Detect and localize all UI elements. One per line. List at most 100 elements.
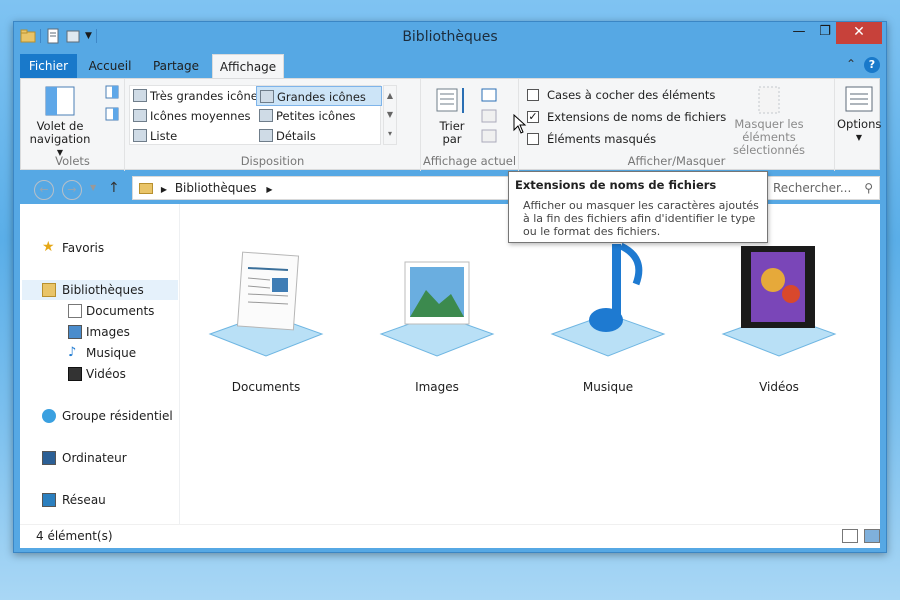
library-tiles: Documents Images Musique Vidéos [190, 214, 880, 414]
layout-large-icons[interactable]: Grandes icônes [256, 86, 382, 106]
layout-list[interactable]: Liste [130, 126, 256, 146]
star-icon: ★ [42, 239, 55, 255]
images-library-icon [379, 261, 495, 357]
breadcrumb-libraries[interactable]: Bibliothèques [175, 181, 257, 195]
chevron-down-icon: ▼ [386, 110, 394, 119]
group-label-show-hide: Afficher/Masquer [627, 154, 726, 168]
documents-library-icon [208, 251, 324, 357]
network-icon [42, 493, 56, 507]
ribbon-controls: ⌃ ? [846, 57, 880, 73]
status-bar: 4 élément(s) [20, 524, 880, 548]
group-show-hide: Cases à cocher des éléments ✓ Extensions … [519, 79, 835, 171]
sort-by-button[interactable]: Trier par [429, 85, 475, 146]
large-icons-view-icon[interactable] [864, 529, 880, 543]
checkbox[interactable] [527, 89, 539, 101]
close-button[interactable]: ✕ [836, 22, 882, 44]
group-current-view: Trier par Affichage actuel [421, 79, 519, 171]
computer-icon [42, 451, 56, 465]
tile-label: Images [415, 380, 459, 394]
back-button[interactable]: ← [34, 180, 54, 200]
tile-documents[interactable]: Documents [190, 214, 342, 394]
hide-selected-label: Masquer les éléments sélectionnés [732, 117, 806, 157]
item-checkboxes-toggle[interactable]: Cases à cocher des éléments [527, 87, 715, 105]
details-icon [259, 129, 273, 142]
tile-label: Vidéos [759, 380, 799, 394]
tab-view[interactable]: Affichage [212, 54, 284, 79]
layout-medium-icons[interactable]: Icônes moyennes [130, 106, 256, 126]
search-icon[interactable]: ⚲ [864, 177, 873, 199]
add-columns-icon[interactable] [481, 109, 499, 123]
group-panes: Volet de navigation ▼ Volets [21, 79, 125, 171]
nav-music[interactable]: ♪ Musique [68, 343, 136, 363]
chevron-right-icon[interactable]: ▶ [266, 185, 272, 194]
hide-selected-button[interactable]: Masquer les éléments sélectionnés [711, 85, 827, 157]
layout-details[interactable]: Détails [256, 126, 382, 146]
file-extensions-toggle[interactable]: ✓ Extensions de noms de fichiers [527, 109, 726, 127]
group-label-current-view: Affichage actuel [422, 154, 517, 168]
layout-extra-large-icons[interactable]: Très grandes icônes [130, 86, 264, 106]
library-icon [42, 283, 56, 297]
tooltip-description: Afficher ou masquer les caractères ajout… [523, 199, 759, 238]
checkbox[interactable] [527, 133, 539, 145]
video-icon [68, 367, 82, 381]
library-icon [139, 183, 153, 194]
layout-gallery: Très grandes icônes Grandes icônes Icône… [129, 85, 382, 146]
music-library-icon [550, 242, 666, 357]
tab-share[interactable]: Partage [146, 54, 206, 78]
nav-network[interactable]: Réseau [42, 490, 106, 510]
homegroup-icon [42, 409, 56, 423]
group-label-panes: Volets [55, 154, 90, 168]
options-icon [845, 86, 873, 112]
gallery-expand-icon: ▾ [387, 129, 392, 138]
ribbon: Volet de navigation ▼ Volets Très grande… [20, 78, 881, 171]
details-view-icon[interactable] [842, 529, 858, 543]
document-icon [68, 304, 82, 318]
nav-computer[interactable]: Ordinateur [42, 448, 127, 468]
navigation-pane: ★ Favoris Bibliothèques Documents Images … [20, 204, 180, 524]
nav-images[interactable]: Images [68, 322, 130, 342]
details-pane-icon[interactable] [105, 107, 119, 121]
forward-button[interactable]: → [62, 180, 82, 200]
ribbon-tabs: Fichier Accueil Partage Affichage ⌃ ? [20, 54, 880, 79]
chevron-right-icon[interactable]: ▶ [161, 185, 167, 194]
gallery-scroll[interactable]: ▲ ▼ ▾ [383, 85, 397, 145]
preview-pane-icon[interactable] [105, 85, 119, 99]
tab-home[interactable]: Accueil [82, 54, 138, 78]
window-title: Bibliothèques [402, 29, 498, 45]
group-layout: Très grandes icônes Grandes icônes Icône… [125, 79, 421, 171]
hidden-items-toggle[interactable]: Éléments masqués [527, 131, 656, 149]
item-count: 4 élément(s) [36, 529, 113, 543]
tooltip-title: Extensions de noms de fichiers [515, 178, 717, 192]
search-input[interactable]: Rechercher... ⚲ [766, 176, 880, 200]
nav-favorites[interactable]: ★ Favoris [42, 238, 104, 258]
sort-by-label: Trier par [439, 119, 465, 146]
tile-label: Documents [231, 380, 301, 394]
nav-homegroup[interactable]: Groupe résidentiel [42, 406, 173, 426]
nav-pane-button[interactable]: Volet de navigation ▼ [29, 85, 91, 159]
extra-large-icons-icon [133, 89, 147, 102]
hide-selected-icon [758, 86, 780, 114]
nav-videos[interactable]: Vidéos [68, 364, 126, 384]
nav-libraries[interactable]: Bibliothèques [42, 280, 144, 300]
tab-file[interactable]: Fichier [20, 54, 77, 78]
up-arrow-icon[interactable]: ↑ [108, 180, 120, 196]
mouse-cursor-icon [513, 114, 527, 134]
chevron-up-icon: ▲ [386, 91, 394, 100]
small-icons-icon [259, 109, 273, 122]
tooltip: Extensions de noms de fichiers Afficher … [508, 171, 768, 243]
music-icon: ♪ [68, 345, 77, 360]
medium-icons-icon [133, 109, 147, 122]
recent-locations-icon[interactable]: ▼ [90, 183, 96, 192]
image-icon [68, 325, 82, 339]
large-icons-icon [260, 90, 274, 103]
group-by-icon[interactable] [481, 87, 503, 103]
collapse-ribbon-icon[interactable]: ⌃ [846, 57, 856, 73]
main-content: ★ Favoris Bibliothèques Documents Images … [20, 204, 880, 524]
options-label: Options [837, 117, 882, 131]
help-icon[interactable]: ? [864, 57, 880, 73]
options-button[interactable]: Options ▼ [837, 85, 881, 144]
size-columns-icon[interactable] [481, 129, 499, 143]
nav-documents[interactable]: Documents [68, 301, 154, 321]
tile-images[interactable]: Images [361, 214, 513, 394]
layout-small-icons[interactable]: Petites icônes [256, 106, 382, 126]
